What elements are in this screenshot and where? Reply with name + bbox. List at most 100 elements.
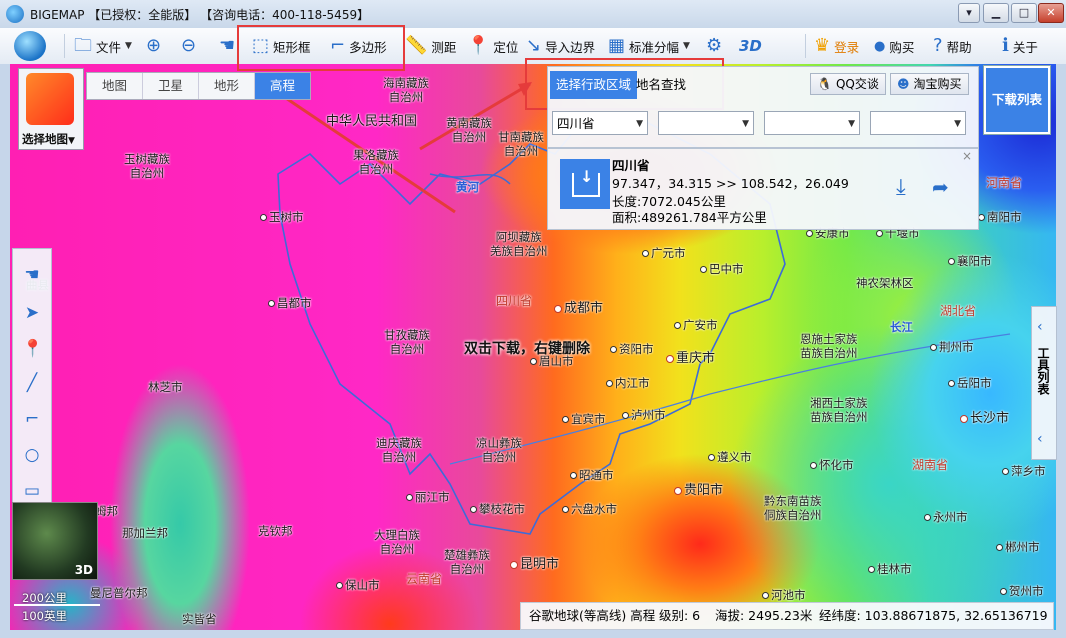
pan-tool-button[interactable]: ☚ xyxy=(219,34,235,58)
map-label: 云南省 xyxy=(406,572,443,586)
map-label: 长江 xyxy=(890,320,913,334)
chevron-down-icon: ▼ xyxy=(125,41,132,51)
hand-icon[interactable]: ☚ xyxy=(22,265,42,285)
map-label: 大理白族 自治州 xyxy=(374,528,420,556)
chevron-left-icon[interactable]: ‹ xyxy=(1037,319,1043,335)
marker-icon[interactable]: 📍 xyxy=(22,339,43,359)
download-icon[interactable]: ⤓ xyxy=(896,175,906,200)
county-select[interactable]: ▼ xyxy=(764,111,860,135)
region-coords: 97.347，34.315 >> 108.542，26.049 xyxy=(612,176,849,191)
buy-button[interactable]: ● 购买 xyxy=(874,34,914,58)
app-logo-icon xyxy=(6,5,24,23)
3d-button[interactable]: 3D xyxy=(739,34,762,58)
tab-map[interactable]: 地图 xyxy=(87,73,143,99)
close-button[interactable]: ✕ xyxy=(1038,3,1064,23)
pointer-icon[interactable]: ➤ xyxy=(22,303,42,323)
map-label: 保山市 xyxy=(336,578,380,592)
map-label: 恩施土家族 苗族自治州 xyxy=(800,332,858,360)
map-label: 黔东南苗族 侗族自治州 xyxy=(764,494,822,522)
province-select[interactable]: 四川省 ▼ xyxy=(552,111,648,135)
download-list-button[interactable]: 下载列表 xyxy=(983,65,1051,135)
polyline-icon[interactable]: ⌐ xyxy=(22,409,42,429)
file-menu-button[interactable]: 🗀 文件 ▼ xyxy=(74,34,132,58)
chevron-down-icon: ▼ xyxy=(636,119,643,129)
qq-chat-button[interactable]: 🐧 QQ交谈 xyxy=(810,73,886,95)
chevron-left-icon[interactable]: ‹ xyxy=(1037,431,1043,447)
rectangle-icon[interactable]: ▭ xyxy=(22,481,42,501)
tab-place-search[interactable]: 地名查找 xyxy=(630,71,692,99)
zoom-out-button[interactable]: ⊖ xyxy=(181,34,196,58)
map-label: 玉树市 xyxy=(260,210,304,224)
map-label: 重庆市 xyxy=(666,352,715,366)
map-label: 襄阳市 xyxy=(948,254,992,268)
globe-3d-label: 3D xyxy=(74,563,93,577)
bigemap-logo-icon xyxy=(14,31,46,61)
map-label: 成都市 xyxy=(554,302,603,316)
window-menu-button[interactable]: ▾ xyxy=(958,3,980,23)
map-label: 永州市 xyxy=(924,510,968,524)
map-label: 南阳市 xyxy=(978,210,1022,224)
import-border-button[interactable]: ↘ 导入边界 xyxy=(526,34,595,58)
map-type-tabs: 地图 卫星 地形 高程 xyxy=(86,72,311,100)
folder-icon: 🗀 xyxy=(74,35,92,56)
scale-bar: 200公里 100英里 xyxy=(12,586,102,626)
tab-terrain[interactable]: 地形 xyxy=(199,73,255,99)
town-select[interactable]: ▼ xyxy=(870,111,966,135)
map-label: 甘孜藏族 自治州 xyxy=(384,328,430,356)
maximize-button[interactable]: □ xyxy=(1011,3,1037,23)
map-label: 迪庆藏族 自治州 xyxy=(376,436,422,464)
settings-button[interactable]: ⚙ xyxy=(706,34,722,58)
login-button[interactable]: ♛ 登录 xyxy=(814,34,859,58)
buy-icon: ● xyxy=(874,38,886,54)
map-label: 克钦邦 xyxy=(258,524,293,538)
map-label: 湖北省 xyxy=(940,304,977,318)
map-label: 巴中市 xyxy=(700,262,744,276)
province-value: 四川省 xyxy=(557,116,595,131)
grid-icon: ▦ xyxy=(608,35,626,56)
share-icon[interactable]: ➦ xyxy=(932,175,949,199)
status-level: 级别: 6 xyxy=(659,608,701,623)
taobao-buy-button[interactable]: ☻ 淘宝购买 xyxy=(890,73,969,95)
city-select[interactable]: ▼ xyxy=(658,111,754,135)
right-tool-panel[interactable]: ‹ 工具列表 ‹ xyxy=(1031,306,1057,460)
toolbar-divider xyxy=(64,34,65,58)
measure-button[interactable]: 📏 测距 xyxy=(405,34,456,58)
map-label: 昌都市 xyxy=(268,296,312,310)
zoom-in-button[interactable]: ⊕ xyxy=(146,34,161,58)
map-label: 内江市 xyxy=(606,376,650,390)
zoom-in-icon: ⊕ xyxy=(146,35,162,56)
help-button[interactable]: ? 帮助 xyxy=(933,34,972,58)
map-label: 林芝市 xyxy=(148,380,183,394)
qq-icon: 🐧 xyxy=(817,77,832,91)
map-label: 河南省 xyxy=(986,176,1023,190)
line-icon[interactable]: ╱ xyxy=(22,373,42,393)
map-label: 郴州市 xyxy=(996,540,1040,554)
map-label: 海南藏族 自治州 xyxy=(383,76,429,104)
select-map-label: 选择地图▼ xyxy=(22,132,75,146)
standard-split-label: 标准分幅 xyxy=(629,39,680,55)
map-label: 宜宾市 xyxy=(562,412,606,426)
locate-button[interactable]: 📍 定位 xyxy=(467,34,518,58)
globe-minimap[interactable]: 3D xyxy=(12,502,98,580)
buy-label: 购买 xyxy=(889,39,915,55)
hand-icon: ☚ xyxy=(219,35,236,56)
tab-satellite[interactable]: 卫星 xyxy=(143,73,199,99)
map-label: 黄河 xyxy=(456,180,479,194)
map-label: 玉树藏族 自治州 xyxy=(124,152,170,180)
tab-select-admin-region[interactable]: 选择行政区域 xyxy=(550,71,638,99)
window-frame-right xyxy=(1056,64,1066,638)
map-label: 遵义市 xyxy=(708,450,752,464)
measure-label: 测距 xyxy=(431,39,457,55)
gear-icon: ⚙ xyxy=(706,35,723,56)
close-card-icon[interactable]: × xyxy=(962,149,972,163)
map-label: 六盘水市 xyxy=(562,502,617,516)
tab-elevation[interactable]: 高程 xyxy=(255,73,310,99)
minimize-button[interactable]: ▁ xyxy=(983,3,1009,23)
circle-icon[interactable]: ○ xyxy=(22,445,42,465)
standard-split-button[interactable]: ▦ 标准分幅 ▼ xyxy=(608,34,690,58)
chevron-down-icon: ▼ xyxy=(683,41,690,51)
highlight-box-tools xyxy=(237,25,405,71)
about-button[interactable]: ℹ 关于 xyxy=(1002,34,1038,58)
select-map-button[interactable]: 选择地图▼ xyxy=(18,68,84,150)
map-label: 岳阳市 xyxy=(948,376,992,390)
